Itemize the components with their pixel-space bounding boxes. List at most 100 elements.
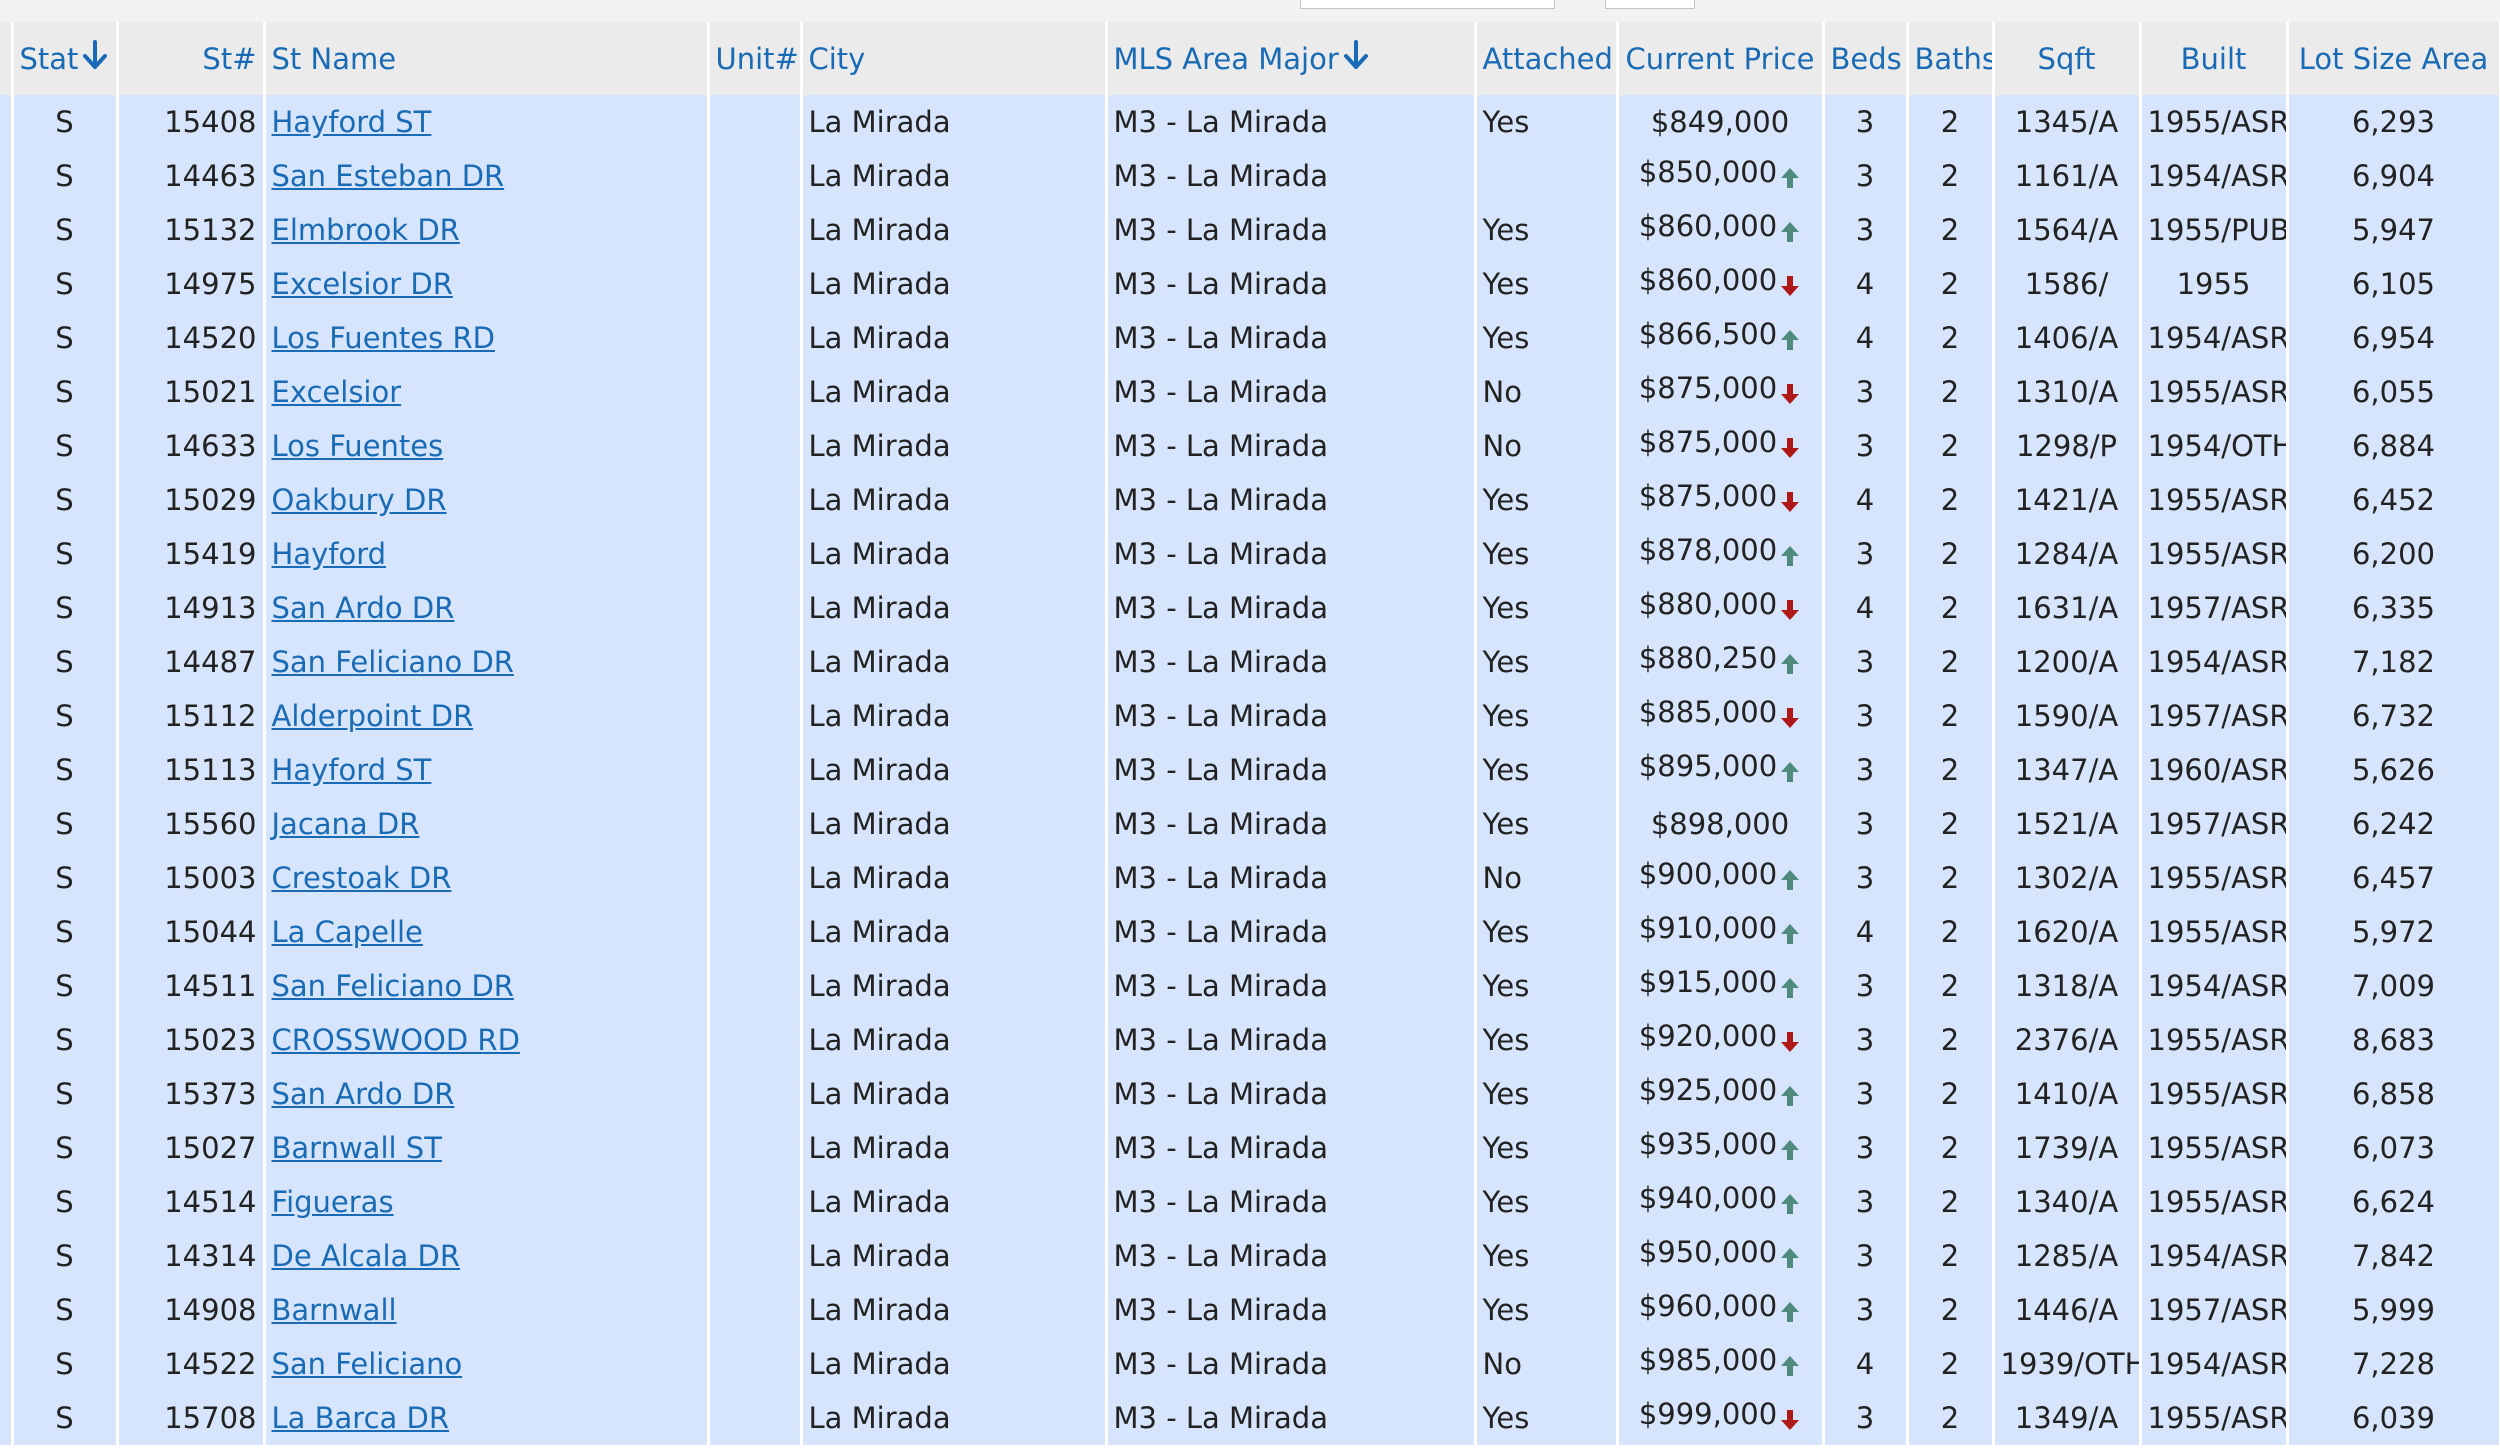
built-cell: 1954/ASR (2140, 149, 2289, 203)
table-row[interactable]: S 15132 Elmbrook DR La Mirada M3 - La Mi… (0, 203, 2500, 257)
column-header-city[interactable]: City (801, 22, 1108, 95)
column-header-st-name[interactable]: St Name (264, 22, 710, 95)
table-row[interactable]: S 14913 San Ardo DR La Mirada M3 - La Mi… (0, 581, 2500, 635)
table-row[interactable]: S 15373 San Ardo DR La Mirada M3 - La Mi… (0, 1067, 2500, 1121)
sqft-cell: 1318/A (1993, 959, 2142, 1013)
street-name-link[interactable]: Hayford ST (272, 753, 432, 787)
column-header-lot-size[interactable]: Lot Size Area (2287, 22, 2500, 95)
table-row[interactable]: S 15003 Crestoak DR La Mirada M3 - La Mi… (0, 851, 2500, 905)
stat-cell: S (12, 419, 119, 473)
baths-cell: 2 (1907, 311, 1995, 365)
column-header-beds[interactable]: Beds (1823, 22, 1909, 95)
street-name-link[interactable]: Barnwall (272, 1293, 397, 1327)
table-row[interactable]: S 14511 San Feliciano DR La Mirada M3 - … (0, 959, 2500, 1013)
table-row[interactable]: S 14463 San Esteban DR La Mirada M3 - La… (0, 149, 2500, 203)
table-row[interactable]: S 14487 San Feliciano DR La Mirada M3 - … (0, 635, 2500, 689)
table-row[interactable]: S 15112 Alderpoint DR La Mirada M3 - La … (0, 689, 2500, 743)
street-name-link[interactable]: Hayford (272, 537, 387, 571)
table-row[interactable]: S 15560 Jacana DR La Mirada M3 - La Mira… (0, 797, 2500, 851)
row-edge-cell (0, 149, 14, 203)
column-header-sqft[interactable]: Sqft (1993, 22, 2142, 95)
street-name-link[interactable]: San Feliciano (272, 1347, 463, 1381)
street-name-link[interactable]: Excelsior (272, 375, 402, 409)
street-name-link[interactable]: Oakbury DR (272, 483, 447, 517)
street-name-link[interactable]: Jacana DR (272, 807, 420, 841)
built-cell: 1957/ASR (2140, 1283, 2289, 1337)
baths-cell: 2 (1907, 527, 1995, 581)
mls-area-cell: M3 - La Mirada (1106, 311, 1477, 365)
row-edge-cell (0, 1283, 14, 1337)
column-header-unit[interactable]: Unit# (708, 22, 803, 95)
table-row[interactable]: S 15708 La Barca DR La Mirada M3 - La Mi… (0, 1391, 2500, 1445)
street-name-link[interactable]: La Barca DR (272, 1401, 450, 1435)
street-name-link[interactable]: La Capelle (272, 915, 423, 949)
column-header-baths[interactable]: Baths (1907, 22, 1995, 95)
row-edge-cell (0, 473, 14, 527)
lot-size-cell: 5,999 (2287, 1283, 2500, 1337)
table-row[interactable]: S 15044 La Capelle La Mirada M3 - La Mir… (0, 905, 2500, 959)
sort-arrow-down-icon[interactable] (1343, 40, 1369, 77)
street-number-cell: 14520 (117, 311, 266, 365)
table-row[interactable]: S 14522 San Feliciano La Mirada M3 - La … (0, 1337, 2500, 1391)
street-name-link[interactable]: San Ardo DR (272, 1077, 455, 1111)
table-row[interactable]: S 15029 Oakbury DR La Mirada M3 - La Mir… (0, 473, 2500, 527)
table-row[interactable]: S 14520 Los Fuentes RD La Mirada M3 - La… (0, 311, 2500, 365)
column-header-stat[interactable]: Stat (12, 22, 119, 95)
mls-area-cell: M3 - La Mirada (1106, 95, 1477, 149)
sqft-cell: 1410/A (1993, 1067, 2142, 1121)
stat-cell: S (12, 257, 119, 311)
table-row[interactable]: S 14514 Figueras La Mirada M3 - La Mirad… (0, 1175, 2500, 1229)
table-row[interactable]: S 15113 Hayford ST La Mirada M3 - La Mir… (0, 743, 2500, 797)
table-row[interactable]: S 15408 Hayford ST La Mirada M3 - La Mir… (0, 95, 2500, 149)
row-edge-cell (0, 635, 14, 689)
table-row[interactable]: S 14908 Barnwall La Mirada M3 - La Mirad… (0, 1283, 2500, 1337)
street-name-link[interactable]: Los Fuentes (272, 429, 444, 463)
beds-cell: 3 (1823, 1121, 1909, 1175)
price-down-arrow-icon (1779, 271, 1801, 305)
toolbar-button[interactable] (1605, 0, 1695, 9)
price-value: $900,000 (1638, 857, 1778, 891)
street-name-link[interactable]: Alderpoint DR (272, 699, 474, 733)
street-name-link[interactable]: San Esteban DR (272, 159, 505, 193)
street-name-link[interactable]: Elmbrook DR (272, 213, 460, 247)
baths-cell: 2 (1907, 959, 1995, 1013)
street-name-link[interactable]: San Feliciano DR (272, 969, 514, 1003)
table-row[interactable]: S 15027 Barnwall ST La Mirada M3 - La Mi… (0, 1121, 2500, 1175)
sqft-cell: 1161/A (1993, 149, 2142, 203)
attached-cell: Yes (1475, 689, 1619, 743)
street-number-cell: 15023 (117, 1013, 266, 1067)
street-name-link[interactable]: Figueras (272, 1185, 394, 1219)
street-name-link[interactable]: San Ardo DR (272, 591, 455, 625)
sort-arrow-down-icon[interactable] (82, 40, 108, 77)
stat-cell: S (12, 1229, 119, 1283)
column-header-current-price[interactable]: Current Price (1617, 22, 1825, 95)
price-down-arrow-icon (1779, 433, 1801, 467)
mls-area-cell: M3 - La Mirada (1106, 1283, 1477, 1337)
column-header-built[interactable]: Built (2140, 22, 2289, 95)
street-name-link[interactable]: Crestoak DR (272, 861, 452, 895)
attached-cell: Yes (1475, 905, 1619, 959)
street-name-link[interactable]: Hayford ST (272, 105, 432, 139)
built-cell: 1957/ASR (2140, 581, 2289, 635)
street-name-link[interactable]: Excelsior DR (272, 267, 453, 301)
unit-cell (708, 851, 803, 905)
column-header-attached[interactable]: Attached (1475, 22, 1619, 95)
street-name-link[interactable]: CROSSWOOD RD (272, 1023, 520, 1057)
lot-size-cell: 6,457 (2287, 851, 2500, 905)
street-name-cell: San Ardo DR (264, 581, 710, 635)
street-name-link[interactable]: Barnwall ST (272, 1131, 442, 1165)
column-header-mls-area[interactable]: MLS Area Major (1106, 22, 1477, 95)
table-row[interactable]: S 14633 Los Fuentes La Mirada M3 - La Mi… (0, 419, 2500, 473)
table-row[interactable]: S 15021 Excelsior La Mirada M3 - La Mira… (0, 365, 2500, 419)
street-name-link[interactable]: De Alcala DR (272, 1239, 461, 1273)
street-name-link[interactable]: San Feliciano DR (272, 645, 514, 679)
city-cell: La Mirada (801, 1121, 1108, 1175)
toolbar-input[interactable] (1300, 0, 1555, 9)
table-row[interactable]: S 14314 De Alcala DR La Mirada M3 - La M… (0, 1229, 2500, 1283)
table-row[interactable]: S 14975 Excelsior DR La Mirada M3 - La M… (0, 257, 2500, 311)
table-row[interactable]: S 15419 Hayford La Mirada M3 - La Mirada… (0, 527, 2500, 581)
street-name-link[interactable]: Los Fuentes RD (272, 321, 495, 355)
column-header-st-num[interactable]: St# (117, 22, 266, 95)
table-row[interactable]: S 15023 CROSSWOOD RD La Mirada M3 - La M… (0, 1013, 2500, 1067)
city-cell: La Mirada (801, 95, 1108, 149)
